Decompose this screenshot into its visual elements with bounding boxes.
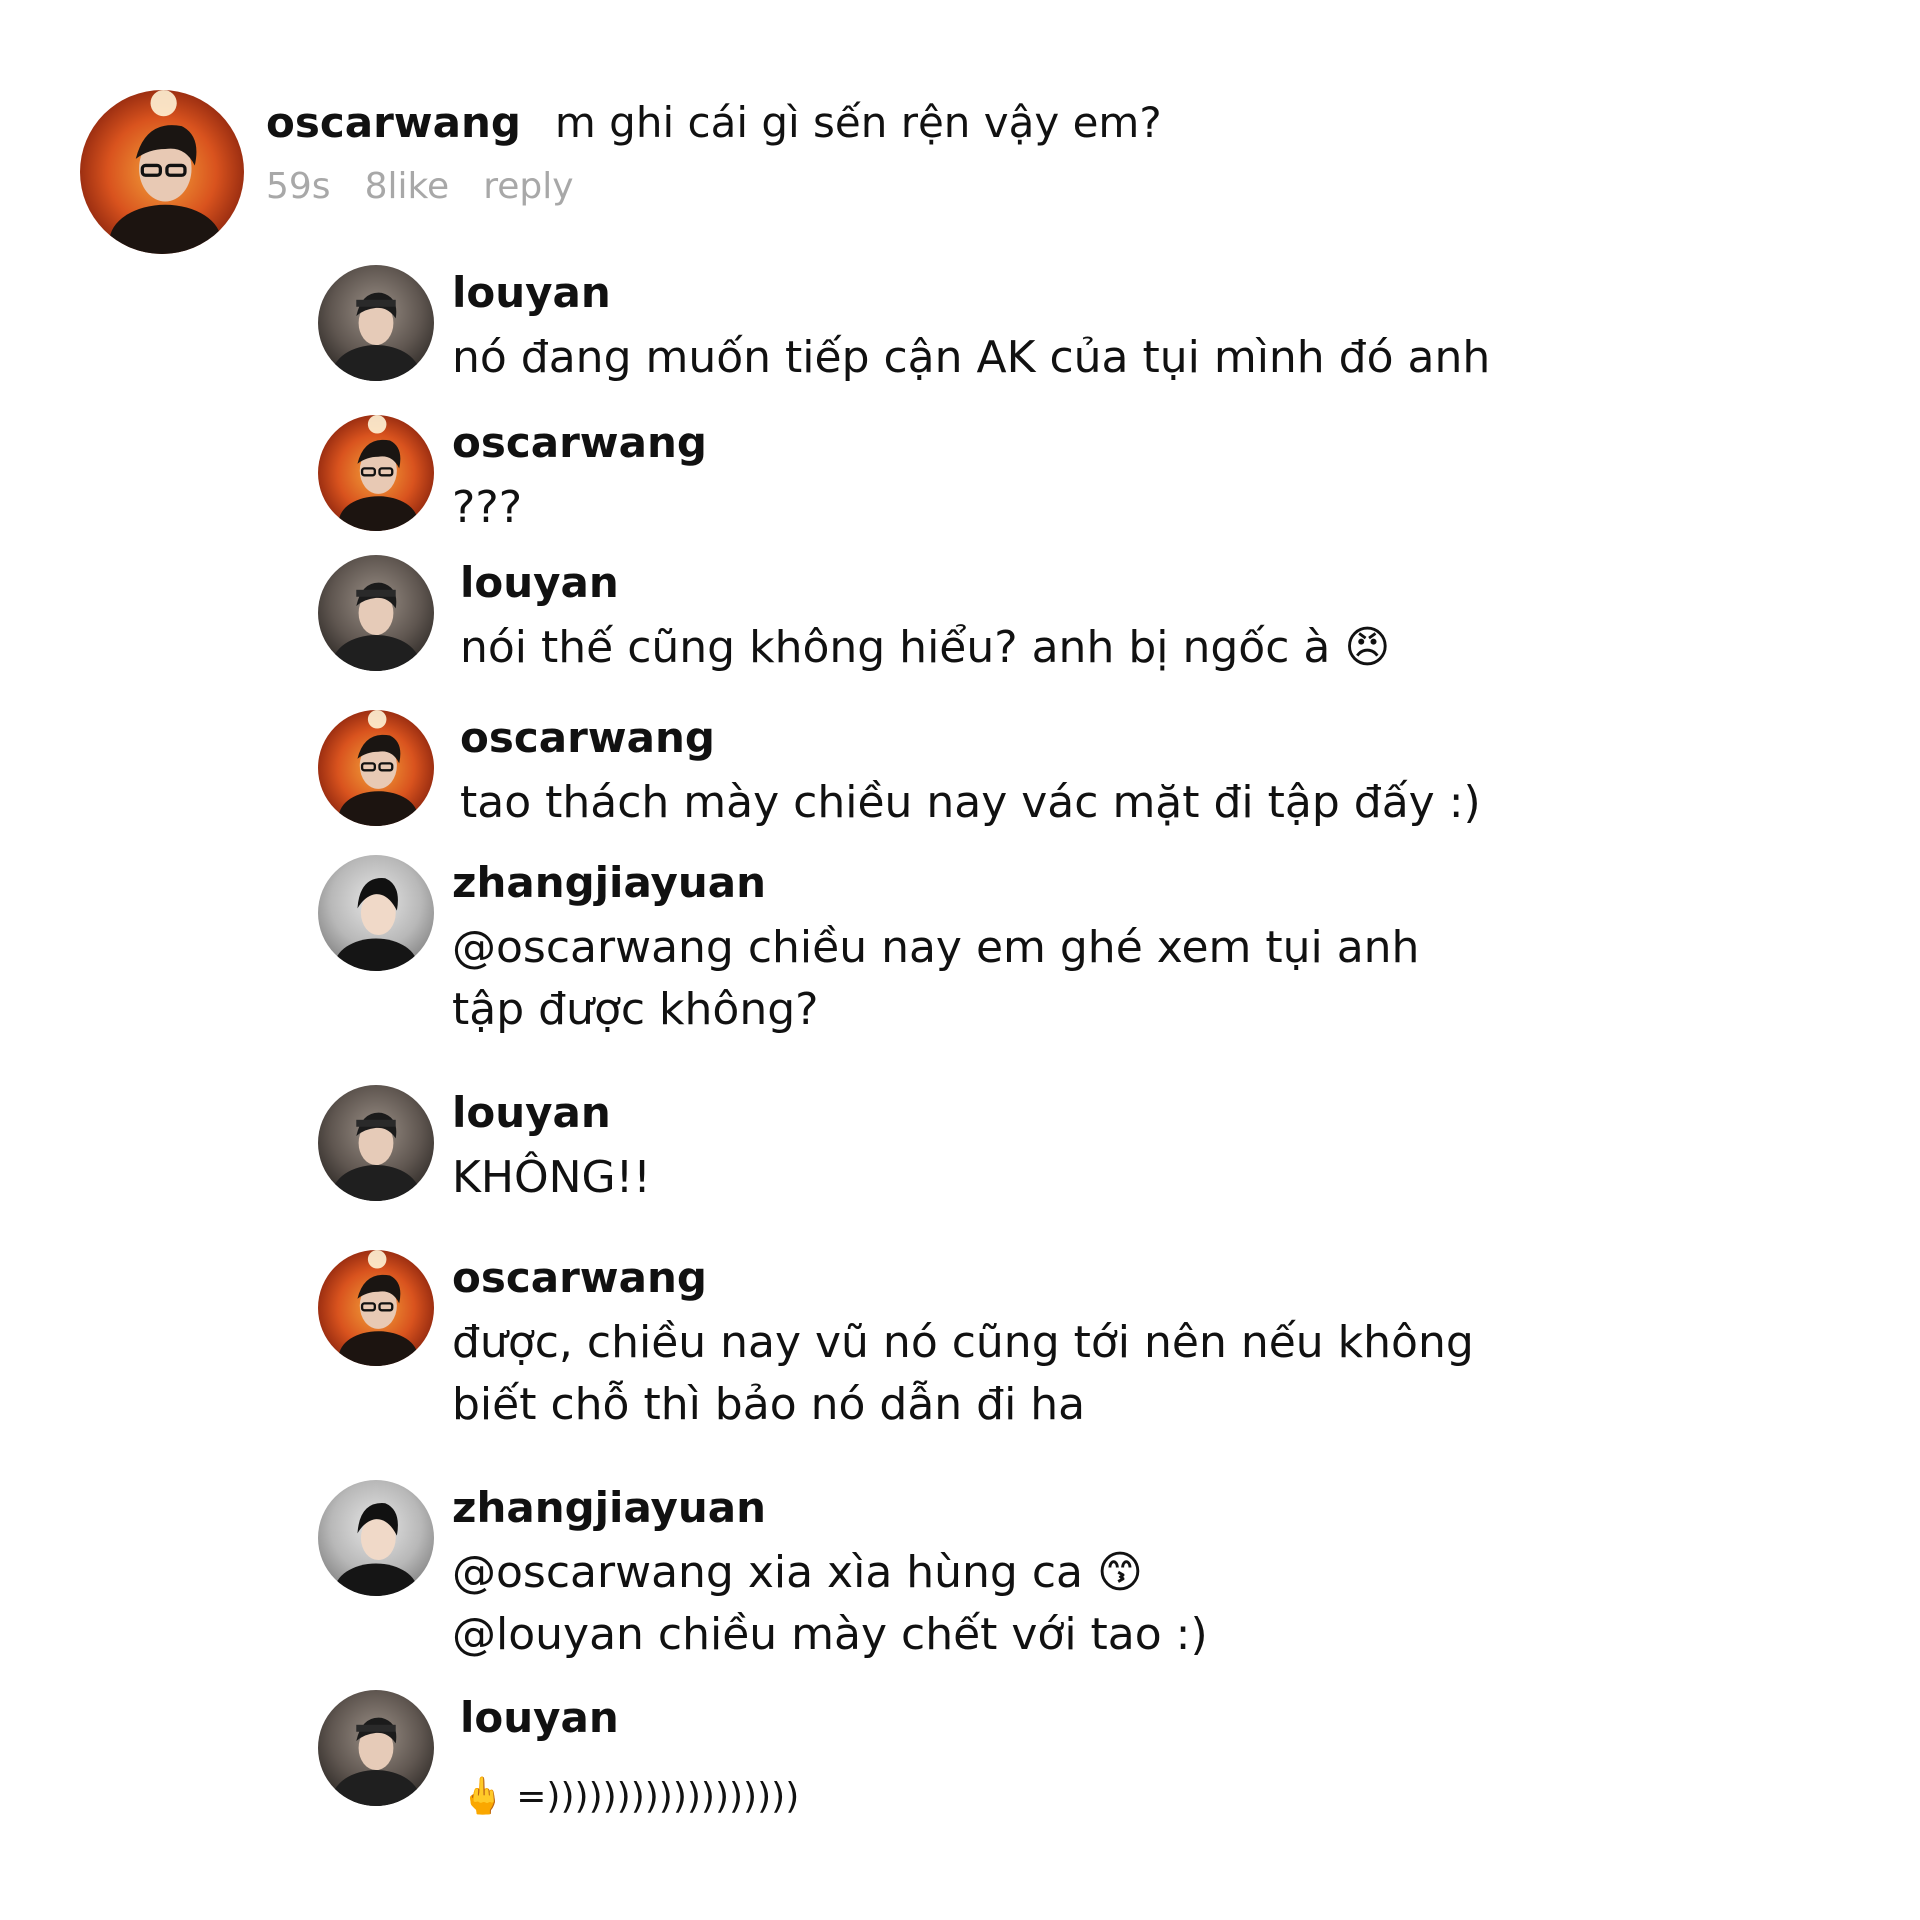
reply-author[interactable]: zhangjiayuan	[452, 1482, 766, 1534]
reply-text-line: nó đang muốn tiếp cận AK của tụi mình đó…	[452, 332, 1491, 383]
reply-text-line: nói thế cũng không hiểu? anh bị ngốc à 😠	[460, 622, 1391, 673]
reply-author[interactable]: louyan	[452, 267, 611, 319]
louyan-avatar[interactable]	[318, 265, 434, 381]
oscarwang-avatar[interactable]	[80, 90, 244, 254]
reply-text-line: biết chỗ thì bảo nó dẫn đi ha	[452, 1379, 1086, 1430]
comment-author[interactable]: oscarwang	[266, 98, 521, 147]
reply-text-line: tập được không?	[452, 984, 819, 1035]
comment-text: m ghi cái gì sến rện vậy em?	[554, 98, 1162, 147]
reply-text-line: được, chiều nay vũ nó cũng tới nên nếu k…	[452, 1317, 1474, 1368]
reply-text-line: tao thách mày chiều nay vác mặt đi tập đ…	[460, 777, 1481, 828]
reply-text: tao thách mày chiều nay vác mặt đi tập đ…	[460, 772, 1481, 834]
reply-text: được, chiều nay vũ nó cũng tới nên nếu k…	[452, 1312, 1474, 1436]
louyan-avatar[interactable]	[318, 1085, 434, 1201]
fire-avatar-icon	[318, 710, 434, 826]
reply-item: oscarwang tao thách mày chiều nay vác mặt…	[318, 710, 1818, 840]
grey-avatar-icon	[318, 855, 434, 971]
dark-avatar-icon	[318, 1085, 434, 1201]
reply-text-line: @oscarwang xia xìa hùng ca 😙	[452, 1547, 1143, 1598]
reply-text-line: KHÔNG!!	[452, 1152, 651, 1203]
zhangjiayuan-avatar[interactable]	[318, 1480, 434, 1596]
dark-avatar-icon	[318, 1690, 434, 1806]
reply-text: @oscarwang chiều nay em ghé xem tụi anh t…	[452, 917, 1419, 1041]
reply-author[interactable]: oscarwang	[460, 712, 715, 764]
reply-item: zhangjiayuan @oscarwang xia xìa hùng ca 😙…	[318, 1480, 1818, 1670]
reply-text-line: ???	[452, 482, 523, 533]
reply-text: @oscarwang xia xìa hùng ca 😙 @louyan chiề…	[452, 1542, 1208, 1666]
grey-avatar-icon	[318, 1480, 434, 1596]
main-comment: oscarwang m ghi cái gì sến rện vậy em? 59…	[80, 90, 1780, 260]
fire-avatar-icon	[318, 1250, 434, 1366]
reply-button[interactable]: reply	[483, 166, 573, 207]
reply-text-line: @louyan chiều mày chết với tao :)	[452, 1609, 1208, 1660]
reply-text-line: @oscarwang chiều nay em ghé xem tụi anh	[452, 922, 1420, 973]
oscarwang-avatar[interactable]	[318, 1250, 434, 1366]
reply-author[interactable]: oscarwang	[452, 1252, 707, 1304]
reply-item: zhangjiayuan @oscarwang chiều nay em ghé …	[318, 855, 1818, 1045]
reply-text: nó đang muốn tiếp cận AK của tụi mình đó…	[452, 327, 1490, 389]
reply-text: ???	[452, 477, 522, 539]
oscarwang-avatar[interactable]	[318, 415, 434, 531]
reply-author[interactable]: louyan	[452, 1087, 611, 1139]
reply-item: oscarwang???	[318, 415, 1818, 545]
zhangjiayuan-avatar[interactable]	[318, 855, 434, 971]
reply-author[interactable]: zhangjiayuan	[452, 857, 766, 909]
reply-text: nói thế cũng không hiểu? anh bị ngốc à 😠	[460, 617, 1390, 679]
like-count-button[interactable]: 8like	[365, 166, 450, 207]
reply-text-line: 🖕 =))))))))))))))))))	[460, 1776, 800, 1817]
reply-author[interactable]: louyan	[460, 1692, 619, 1744]
reply-item: louyan nói thế cũng không hiểu? anh bị ng…	[318, 555, 1818, 685]
reply-item: oscarwang được, chiều nay vũ nó cũng tới …	[318, 1250, 1818, 1440]
reply-item: louyan 🖕 =))))))))))))))))))	[318, 1690, 1818, 1820]
reply-text: 🖕 =))))))))))))))))))	[460, 1766, 799, 1828]
reply-text: KHÔNG!!	[452, 1147, 651, 1209]
louyan-avatar[interactable]	[318, 555, 434, 671]
reply-author[interactable]: oscarwang	[452, 417, 707, 469]
oscarwang-avatar[interactable]	[318, 710, 434, 826]
comment-meta: 59s 8like reply	[266, 166, 608, 207]
fire-avatar-icon	[80, 90, 244, 254]
dark-avatar-icon	[318, 265, 434, 381]
main-comment-header: oscarwang m ghi cái gì sến rện vậy em?	[266, 98, 1162, 147]
reply-item: louyan KHÔNG!!	[318, 1085, 1818, 1215]
reply-item: louyan nó đang muốn tiếp cận AK của tụi m…	[318, 265, 1818, 395]
dark-avatar-icon	[318, 555, 434, 671]
louyan-avatar[interactable]	[318, 1690, 434, 1806]
comment-time: 59s	[266, 166, 331, 207]
fire-avatar-icon	[318, 415, 434, 531]
reply-author[interactable]: louyan	[460, 557, 619, 609]
